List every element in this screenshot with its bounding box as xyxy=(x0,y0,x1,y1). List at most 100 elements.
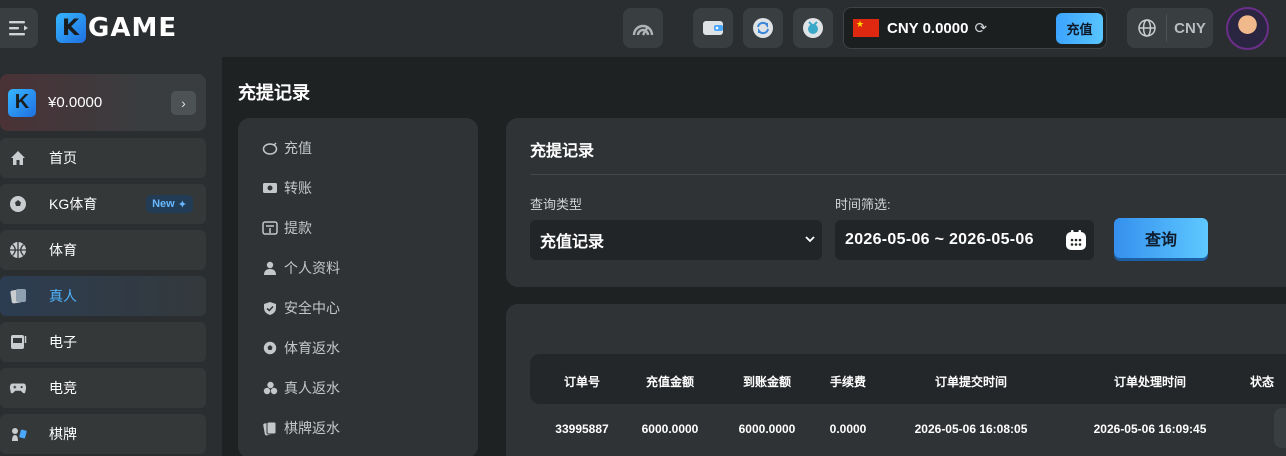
speed-test-button[interactable] xyxy=(623,8,663,48)
column-header: 状态 xyxy=(1249,375,1275,389)
query-type-select[interactable]: 充值记录 xyxy=(530,220,822,260)
divider xyxy=(530,174,1286,175)
gamepad-icon xyxy=(9,379,27,397)
query-type-label: 查询类型 xyxy=(530,197,583,212)
balance-amount: 0.0000 xyxy=(922,19,969,37)
slot-machine-icon xyxy=(9,333,27,351)
submenu-item-security[interactable]: 安全中心 xyxy=(262,298,340,318)
cards-icon xyxy=(9,287,27,305)
submenu-item-label: 棋牌返水 xyxy=(284,420,340,436)
submenu-item-live-rebate[interactable]: 真人返水 xyxy=(262,378,340,398)
submenu-item-label: 个人资料 xyxy=(284,260,340,276)
sidebar-item-kg-sports[interactable]: KG体育 New ✦ xyxy=(0,184,206,224)
sidebar-item-slots[interactable]: 电子 xyxy=(0,322,206,362)
exchange-button[interactable] xyxy=(743,8,783,48)
top-bar: K GAME CNY 0.0000 ⟳ 充值 CNY xyxy=(0,0,1286,57)
submenu-item-label: 充值 xyxy=(284,140,312,156)
sidebar-item-label: KG体育 xyxy=(49,196,98,212)
submenu-item-label: 安全中心 xyxy=(284,300,340,316)
sidebar-item-label: 真人 xyxy=(49,288,77,304)
submenu-item-label: 体育返水 xyxy=(284,340,340,356)
customer-support-button[interactable] xyxy=(1274,408,1286,448)
date-range-value: 2026-05-06 ~ 2026-05-06 xyxy=(845,231,1034,248)
menu-icon xyxy=(9,21,28,36)
refresh-balance-icon[interactable]: ⟳ xyxy=(974,19,987,37)
sidebar-item-label: 体育 xyxy=(49,242,77,258)
column-header: 订单提交时间 xyxy=(934,375,1008,389)
balance-display: CNY 0.0000 ⟳ 充值 xyxy=(843,7,1107,49)
kgame-coin-icon: K xyxy=(8,88,36,117)
basketball-icon xyxy=(9,241,27,259)
sidebar-item-home[interactable]: 首页 xyxy=(0,138,206,178)
wallet-icon xyxy=(703,21,723,35)
date-range-picker[interactable]: 2026-05-06 ~ 2026-05-06 xyxy=(835,220,1094,260)
money-icon xyxy=(262,180,278,196)
filter-panel: 充提记录 查询类型 时间筛选: 充值记录 2026-05-06 ~ 2026-0… xyxy=(506,118,1286,287)
user-icon xyxy=(262,260,278,276)
submenu-item-withdraw[interactable]: 提款 xyxy=(262,218,312,238)
recharge-button[interactable]: 充值 xyxy=(1056,13,1103,44)
user-avatar[interactable] xyxy=(1226,7,1269,50)
query-type-value: 充值记录 xyxy=(540,234,605,251)
globe-icon xyxy=(1127,14,1167,42)
submenu-item-profile[interactable]: 个人资料 xyxy=(262,258,340,278)
new-badge: New ✦ xyxy=(146,195,193,213)
column-header: 订单号 xyxy=(563,375,601,389)
language-currency-selector[interactable]: CNY xyxy=(1127,8,1213,48)
chevron-right-icon[interactable]: › xyxy=(171,91,196,115)
currency-label: CNY xyxy=(1174,19,1206,37)
column-header: 手续费 xyxy=(829,375,867,389)
records-table-panel: 订单号 充值金额 到账金额 手续费 订单提交时间 订单处理时间 状态 33995… xyxy=(506,304,1286,456)
submenu-item-label: 真人返水 xyxy=(284,380,340,396)
sidebar-item-card-games[interactable]: 棋牌 xyxy=(0,414,206,454)
soccer-ball-icon xyxy=(9,195,27,213)
logo-text: GAME xyxy=(88,13,178,43)
exchange-icon xyxy=(753,18,773,38)
sidebar-item-label: 电竞 xyxy=(49,380,77,396)
calendar-icon[interactable] xyxy=(1065,229,1087,256)
wallet-button[interactable] xyxy=(693,8,733,48)
withdraw-icon xyxy=(262,220,278,236)
submenu-item-sports-rebate[interactable]: 体育返水 xyxy=(262,338,340,358)
logo-mark: K xyxy=(56,13,86,43)
currency-code: CNY xyxy=(887,19,919,37)
column-header: 订单处理时间 xyxy=(1113,375,1187,389)
table-row: 33995887 6000.0000 6000.0000 0.0000 2026… xyxy=(530,404,1286,454)
logo[interactable]: K GAME xyxy=(56,11,177,45)
signal-icon xyxy=(632,24,654,36)
submit-time: 2026-05-06 16:08:05 xyxy=(914,422,1028,436)
promo-button[interactable] xyxy=(793,8,833,48)
submenu-item-card-rebate[interactable]: 棋牌返水 xyxy=(262,418,340,438)
account-submenu: 充值 转账 提款 个人资料 安全中心 体育返水 真人返水 棋牌返水 xyxy=(238,118,478,456)
sidebar: K ¥0.0000 › 首页 KG体育 New ✦ 体育 真人 电子 电竞 棋牌 xyxy=(0,57,222,456)
sidebar-item-esports[interactable]: 电竞 xyxy=(0,368,206,408)
submenu-item-transfer[interactable]: 转账 xyxy=(262,178,312,198)
sidebar-item-live-casino[interactable]: 真人 xyxy=(0,276,206,316)
fee: 0.0000 xyxy=(829,422,867,436)
submenu-item-label: 转账 xyxy=(284,180,312,196)
panel-title: 充提记录 xyxy=(530,143,595,160)
sidebar-item-label: 棋牌 xyxy=(49,426,77,442)
sidebar-item-sports[interactable]: 体育 xyxy=(0,230,206,270)
china-flag-icon xyxy=(853,19,879,37)
home-icon xyxy=(9,149,27,167)
gift-badge-icon xyxy=(803,18,823,38)
process-time: 2026-05-06 16:09:45 xyxy=(1093,422,1207,436)
wallet-amount: ¥0.0000 xyxy=(48,94,103,111)
column-header: 到账金额 xyxy=(742,375,792,389)
sidebar-item-label: 电子 xyxy=(49,334,77,350)
chips-icon xyxy=(262,380,278,396)
chess-icon xyxy=(9,425,27,443)
menu-toggle-button[interactable] xyxy=(0,8,38,48)
deposit-amount: 6000.0000 xyxy=(641,422,699,436)
chevron-down-icon xyxy=(804,232,816,250)
submenu-item-deposit[interactable]: 充值 xyxy=(262,138,312,158)
time-filter-label: 时间筛选: xyxy=(835,197,891,212)
submenu-item-label: 提款 xyxy=(284,220,312,236)
order-number: 33995887 xyxy=(555,422,609,436)
sidebar-wallet[interactable]: K ¥0.0000 › xyxy=(0,74,206,131)
card-deck-icon xyxy=(262,420,278,436)
column-header: 充值金额 xyxy=(645,375,695,389)
query-button[interactable]: 查询 xyxy=(1114,218,1208,258)
soccer-ball-icon xyxy=(262,340,278,356)
